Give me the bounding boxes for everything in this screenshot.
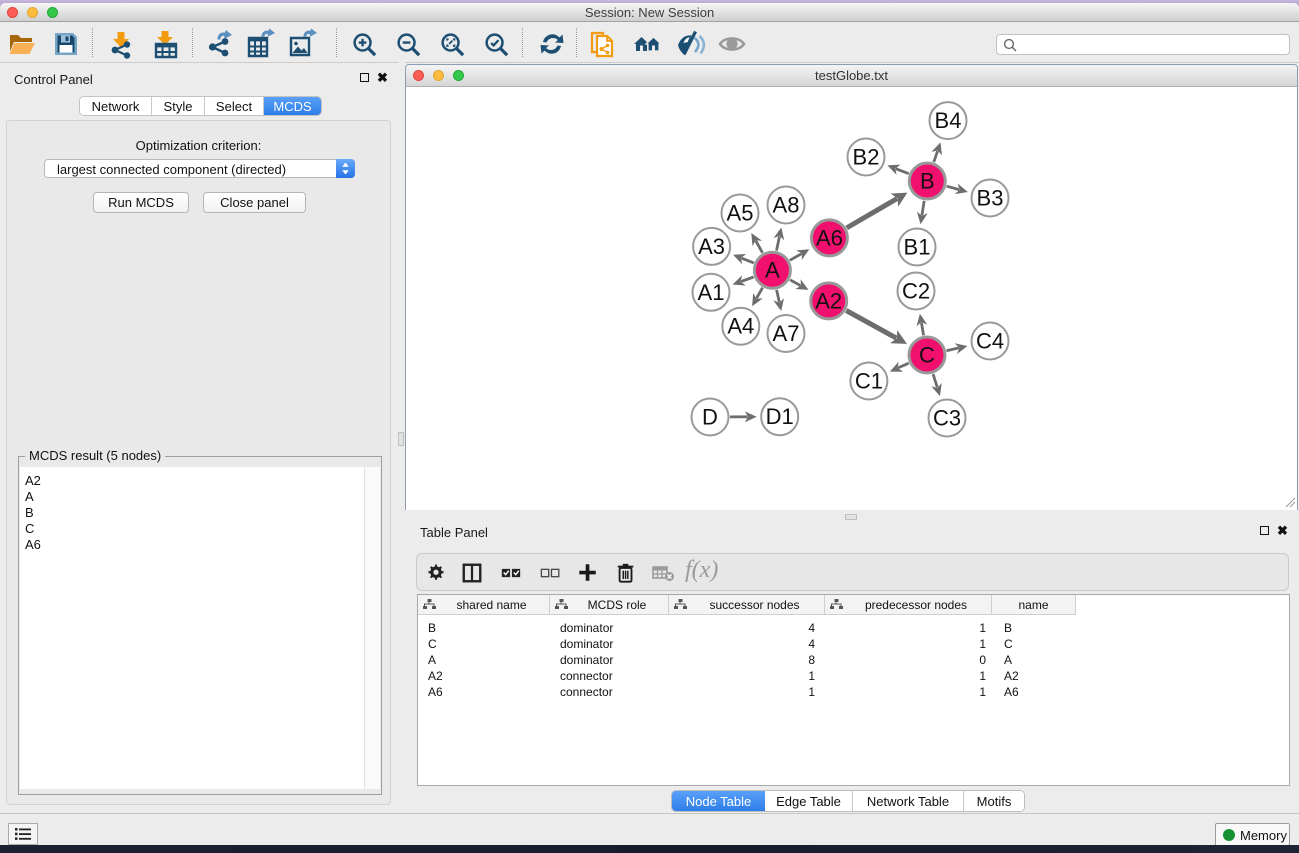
svg-text:A4: A4	[727, 314, 754, 339]
svg-text:A2: A2	[815, 288, 842, 313]
svg-text:C4: C4	[976, 329, 1004, 354]
svg-text:B2: B2	[853, 145, 880, 170]
svg-text:A8: A8	[773, 193, 800, 218]
svg-text:C3: C3	[933, 406, 961, 431]
svg-text:C1: C1	[855, 369, 883, 394]
svg-text:C2: C2	[902, 279, 930, 304]
svg-text:B4: B4	[935, 108, 962, 133]
svg-text:A5: A5	[727, 201, 754, 226]
svg-text:A6: A6	[816, 225, 843, 250]
svg-text:A: A	[765, 258, 780, 283]
svg-text:A3: A3	[698, 234, 725, 259]
svg-text:B1: B1	[904, 235, 931, 260]
svg-text:D: D	[702, 405, 718, 430]
svg-text:D1: D1	[766, 404, 794, 429]
svg-text:A7: A7	[773, 321, 800, 346]
svg-text:C: C	[919, 343, 935, 368]
svg-text:A1: A1	[698, 280, 725, 305]
svg-text:B: B	[920, 169, 935, 194]
svg-text:B3: B3	[977, 186, 1004, 211]
